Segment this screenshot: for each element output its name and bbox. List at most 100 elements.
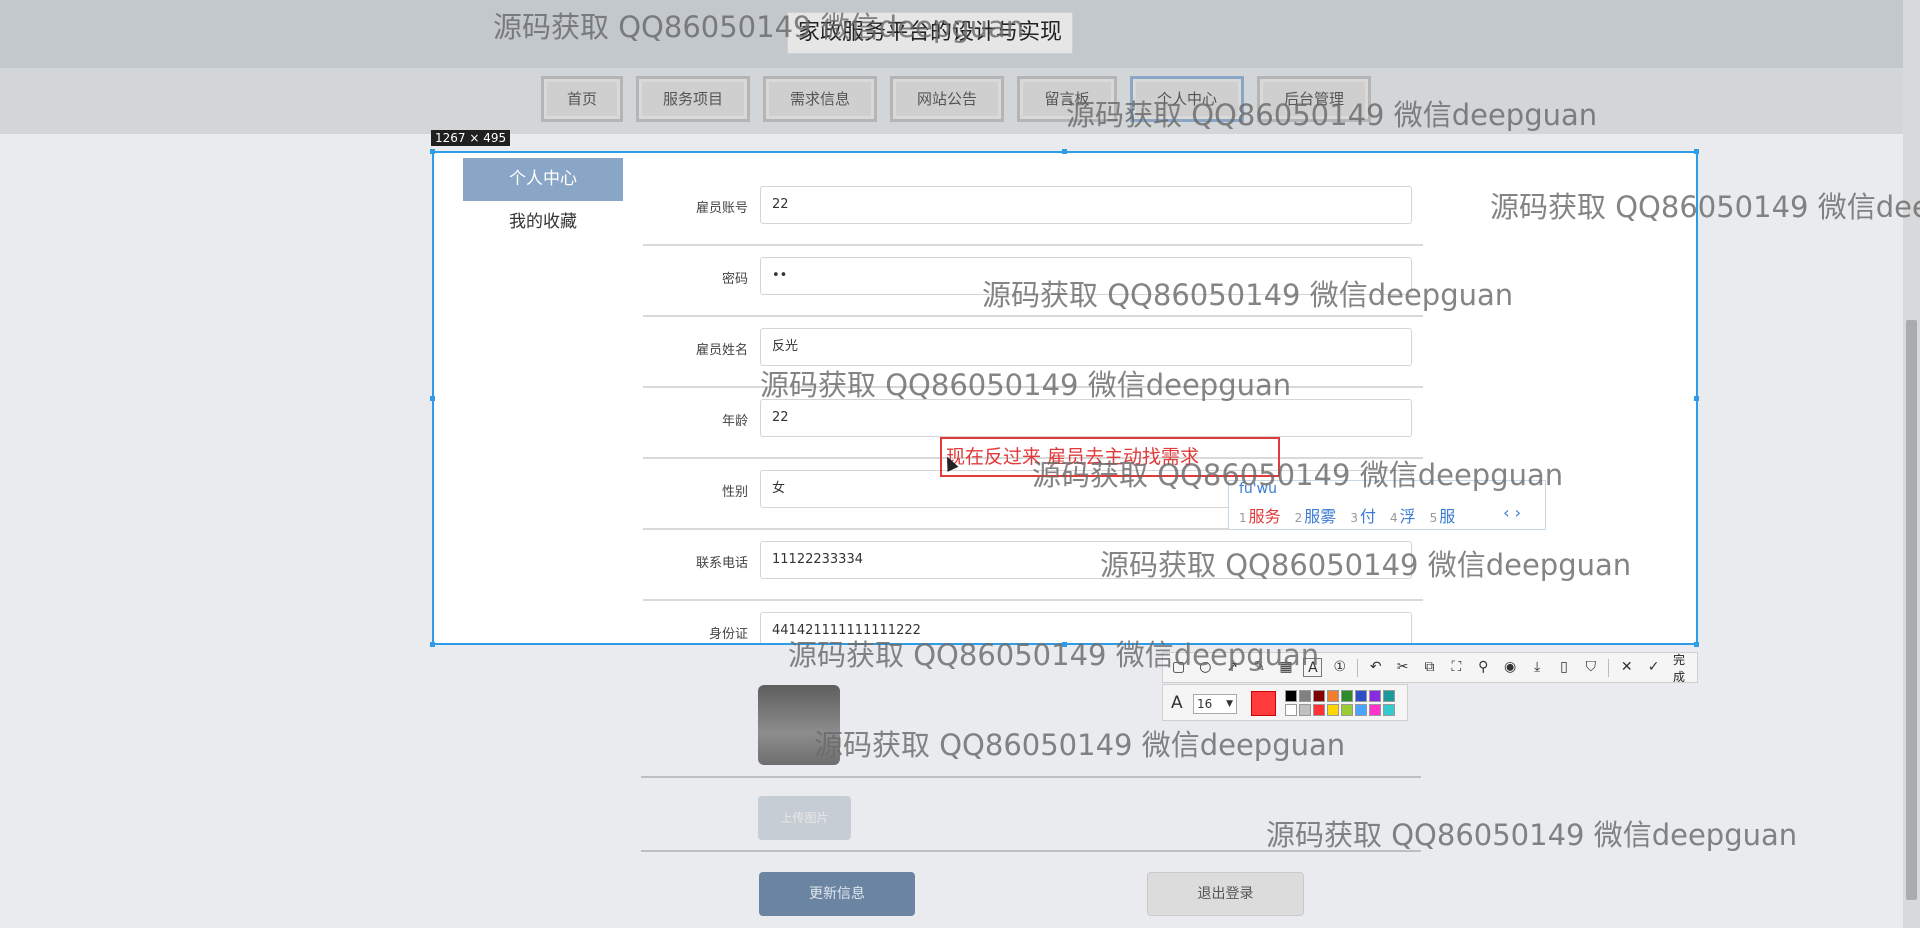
color-swatch[interactable] <box>1285 704 1297 716</box>
close-icon[interactable]: ✕ <box>1617 658 1636 677</box>
color-swatch[interactable] <box>1369 690 1381 702</box>
ime-candidate-num: 3 <box>1350 511 1358 525</box>
form-row-name: 雇员姓名 反光 <box>643 315 1423 388</box>
nav-personal-center[interactable]: 个人中心 <box>1130 76 1244 122</box>
check-icon[interactable]: ✓ <box>1644 658 1663 677</box>
current-color-swatch[interactable] <box>1251 691 1276 716</box>
nav-message-board[interactable]: 留言板 <box>1017 76 1117 122</box>
color-swatch[interactable] <box>1341 690 1353 702</box>
id-card-label: 身份证 <box>708 627 748 642</box>
phone-input[interactable]: 11122233334 <box>760 541 1412 579</box>
password-input[interactable]: •• <box>760 257 1412 295</box>
scroll-thumb[interactable] <box>1906 320 1917 900</box>
color-swatch[interactable] <box>1285 690 1297 702</box>
pen-icon[interactable]: ✎ <box>1250 658 1269 677</box>
mosaic-icon[interactable]: ▦ <box>1277 658 1296 677</box>
ocr-icon[interactable]: ⧉ <box>1420 658 1439 677</box>
color-swatch[interactable] <box>1383 704 1395 716</box>
color-swatch[interactable] <box>1355 704 1367 716</box>
nav-admin[interactable]: 后台管理 <box>1257 76 1371 122</box>
ime-candidate-num: 4 <box>1389 511 1398 525</box>
ime-pinyin: fu'wu <box>1239 481 1277 497</box>
account-input[interactable]: 22 <box>760 186 1412 224</box>
capture-handle-r[interactable] <box>1694 396 1699 401</box>
ime-candidate-window[interactable]: fu'wu 1 服务 2 服雾 3付 4浮 5服 ‹ › <box>1228 480 1546 530</box>
phone-icon[interactable]: ▯ <box>1554 658 1573 677</box>
download-icon[interactable]: ⤓ <box>1528 658 1547 677</box>
capture-handle-b[interactable] <box>1062 642 1067 647</box>
ime-candidate[interactable]: 1 服务 <box>1239 503 1281 527</box>
color-swatch[interactable] <box>1313 690 1325 702</box>
text-icon[interactable]: A <box>1303 658 1323 677</box>
rect-icon[interactable]: ▢ <box>1169 658 1188 677</box>
color-swatch[interactable] <box>1327 704 1339 716</box>
ime-candidate[interactable]: 2 服雾 <box>1295 503 1337 527</box>
ime-candidate-text: 服 <box>1439 507 1456 526</box>
font-size-value: 16 <box>1197 697 1213 711</box>
upload-button[interactable]: 上传图片 <box>758 796 851 840</box>
chevron-down-icon: ▼ <box>1226 699 1233 709</box>
ime-candidate-text: 服务 <box>1248 507 1281 526</box>
ime-candidate-text: 服雾 <box>1304 507 1337 526</box>
form-row-id-card: 身份证 441421111111111222 <box>643 599 1423 643</box>
arrow-icon[interactable]: ↗ <box>1223 658 1242 677</box>
capture-handle-t[interactable] <box>1062 149 1067 154</box>
color-swatch[interactable] <box>1327 690 1339 702</box>
long-shot-icon[interactable]: ⛶ <box>1447 658 1466 677</box>
color-swatch[interactable] <box>1355 690 1367 702</box>
done-button[interactable]: 完成 <box>1673 651 1697 685</box>
color-swatch[interactable] <box>1383 690 1395 702</box>
side-item-personal-center[interactable]: 个人中心 <box>463 158 623 201</box>
upload-row: 上传图片 <box>641 776 1421 852</box>
color-swatch[interactable] <box>1299 704 1311 716</box>
color-swatch[interactable] <box>1341 704 1353 716</box>
record-icon[interactable]: ◉ <box>1501 658 1520 677</box>
capture-handle-br[interactable] <box>1694 642 1699 647</box>
password-label: 密码 <box>721 272 748 287</box>
page-scrollbar[interactable] <box>1903 0 1920 928</box>
ime-candidate[interactable]: 3付 <box>1350 503 1376 527</box>
phone-label: 联系电话 <box>695 556 748 571</box>
color-swatch[interactable] <box>1369 704 1381 716</box>
nav-services[interactable]: 服务项目 <box>636 76 750 122</box>
ellipse-icon[interactable]: ○ <box>1196 658 1215 677</box>
capture-handle-tr[interactable] <box>1694 149 1699 154</box>
capture-handle-l[interactable] <box>430 396 435 401</box>
capture-handle-tl[interactable] <box>430 149 435 154</box>
ime-candidate-text: 付 <box>1359 507 1376 526</box>
ime-candidate[interactable]: 4浮 <box>1390 503 1416 527</box>
age-label: 年龄 <box>721 414 748 429</box>
translate-icon[interactable]: ✂ <box>1393 658 1412 677</box>
age-input[interactable]: 22 <box>760 399 1412 437</box>
ime-candidate-num: 1 <box>1239 511 1247 525</box>
nav-demands[interactable]: 需求信息 <box>763 76 877 122</box>
screenshot-toolbar: ▢ ○ ↗ ✎ ▦ A ① ↶ ✂ ⧉ ⛶ ⚲ ◉ ⤓ ▯ ⛉ ✕ ✓ 完成 <box>1162 651 1698 685</box>
color-swatch[interactable] <box>1313 704 1325 716</box>
ime-candidate-num: 5 <box>1429 511 1438 525</box>
bookmark-icon[interactable]: ⛉ <box>1581 658 1600 677</box>
update-info-button[interactable]: 更新信息 <box>759 872 915 916</box>
nav-announcements[interactable]: 网站公告 <box>890 76 1004 122</box>
undo-icon[interactable]: ↶ <box>1366 658 1385 677</box>
side-item-favorites[interactable]: 我的收藏 <box>463 201 623 244</box>
logout-button[interactable]: 退出登录 <box>1147 872 1304 916</box>
nav-home[interactable]: 首页 <box>541 76 623 122</box>
color-swatch[interactable] <box>1299 690 1311 702</box>
color-palette <box>1285 690 1395 716</box>
form-row-password: 密码 •• <box>643 244 1423 317</box>
id-card-input[interactable]: 441421111111111222 <box>760 612 1412 643</box>
form-row-account: 雇员账号 22 <box>643 173 1423 246</box>
avatar <box>758 685 840 765</box>
name-label: 雇员姓名 <box>695 343 748 358</box>
account-label: 雇员账号 <box>695 201 748 216</box>
ime-page-arrows[interactable]: ‹ › <box>1503 503 1521 522</box>
text-annotation[interactable]: 现在反过来 雇员去主动找需求 <box>940 437 1280 477</box>
pin-icon[interactable]: ⚲ <box>1474 658 1493 677</box>
toolbar-divider <box>1357 658 1359 677</box>
number-icon[interactable]: ① <box>1330 658 1349 677</box>
font-size-select[interactable]: 16 ▼ <box>1193 694 1237 714</box>
capture-region[interactable]: 个人中心 我的收藏 雇员账号 22 密码 •• 雇员姓名 反光 年龄 22 性别… <box>432 151 1698 645</box>
name-input[interactable]: 反光 <box>760 328 1412 366</box>
capture-handle-bl[interactable] <box>430 642 435 647</box>
ime-candidate[interactable]: 5服 <box>1430 503 1456 527</box>
